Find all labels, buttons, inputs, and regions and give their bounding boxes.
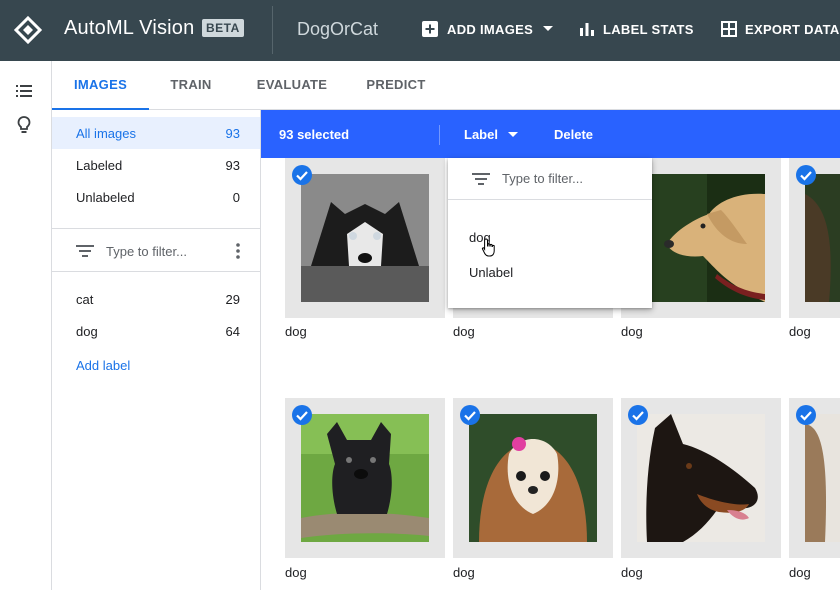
dog-photo-partial	[805, 414, 840, 542]
bar-chart-icon	[580, 23, 594, 36]
list-icon[interactable]	[14, 81, 34, 101]
image-card[interactable]	[621, 398, 781, 558]
panel-divider	[52, 228, 260, 229]
left-rail	[0, 61, 52, 590]
checked-circle-icon[interactable]	[795, 404, 817, 426]
filter-all-images[interactable]: All images 93	[52, 117, 260, 149]
delete-button[interactable]: Delete	[554, 127, 593, 142]
tab-images[interactable]: IMAGES	[52, 61, 149, 110]
filter-count: 93	[225, 157, 240, 173]
label-name: dog	[76, 323, 98, 339]
image-card[interactable]	[453, 398, 613, 558]
image-caption: dog	[453, 565, 475, 580]
grid-table-icon	[721, 21, 737, 37]
label-item-cat[interactable]: cat 29	[52, 283, 260, 315]
app-title: AutoML Vision	[64, 17, 195, 39]
label-filter-placeholder: Type to filter...	[106, 243, 187, 259]
image-caption: dog	[285, 565, 307, 580]
checked-circle-icon[interactable]	[795, 164, 817, 186]
image-card[interactable]	[789, 398, 840, 558]
more-vert-icon[interactable]	[236, 243, 240, 259]
filter-label: Unlabeled	[76, 189, 135, 205]
selection-bar-divider	[439, 125, 440, 145]
selected-count: 93 selected	[279, 127, 350, 142]
checked-circle-icon[interactable]	[291, 164, 313, 186]
export-data-button[interactable]: EXPORT DATA	[721, 19, 840, 39]
beta-badge: BETA	[202, 19, 244, 37]
dog-photo-partial	[805, 174, 840, 302]
filter-labeled[interactable]: Labeled 93	[52, 149, 260, 181]
hand-pointer-cursor-icon	[481, 238, 495, 257]
label-dropdown-button[interactable]: Label	[464, 127, 518, 142]
label-option-unlabel[interactable]: Unlabel	[469, 265, 513, 280]
label-menu-filter-placeholder: Type to filter...	[502, 171, 583, 186]
label-count: 29	[225, 291, 240, 307]
filter-icon	[472, 172, 490, 185]
image-caption: dog	[621, 565, 643, 580]
label-name: cat	[76, 291, 94, 307]
filter-label: Labeled	[76, 157, 123, 173]
label-button-text: Label	[464, 127, 498, 142]
selection-action-bar: 93 selected Label Delete	[261, 110, 840, 158]
add-images-button[interactable]: ADD IMAGES	[421, 19, 554, 39]
image-card[interactable]	[789, 158, 840, 318]
filter-panel: All images 93 Labeled 93 Unlabeled 0 Typ…	[52, 110, 261, 590]
image-caption: dog	[621, 324, 643, 339]
filter-count: 0	[232, 189, 240, 205]
tab-evaluate[interactable]: EVALUATE	[248, 61, 336, 110]
image-caption: dog	[453, 324, 475, 339]
label-count: 64	[225, 323, 240, 339]
label-filter-input[interactable]: Type to filter...	[52, 235, 260, 267]
label-item-dog[interactable]: dog 64	[52, 315, 260, 347]
tab-bar: IMAGES TRAIN EVALUATE PREDICT	[52, 61, 840, 110]
app-header: AutoML Vision BETA DogOrCat ADD IMAGES L…	[0, 0, 840, 61]
tab-train[interactable]: TRAIN	[156, 61, 226, 110]
caret-down-icon	[507, 131, 518, 137]
add-images-label: ADD IMAGES	[447, 21, 534, 37]
checked-circle-icon[interactable]	[459, 404, 481, 426]
filter-unlabeled[interactable]: Unlabeled 0	[52, 181, 260, 213]
label-menu-filter-input[interactable]: Type to filter...	[448, 158, 652, 200]
lightbulb-icon[interactable]	[14, 115, 34, 135]
tab-predict[interactable]: PREDICT	[360, 61, 432, 110]
panel-divider	[52, 271, 260, 272]
header-divider	[272, 6, 273, 54]
caret-down-icon	[543, 26, 554, 31]
export-data-label: EXPORT DATA	[745, 21, 840, 37]
image-caption: dog	[285, 324, 307, 339]
filter-count: 93	[225, 125, 240, 141]
labrador-photo	[637, 174, 765, 302]
french-bulldog-photo	[301, 414, 429, 542]
label-stats-button[interactable]: LABEL STATS	[579, 19, 694, 39]
husky-photo	[301, 174, 429, 302]
image-caption: dog	[789, 324, 811, 339]
doberman-photo	[637, 414, 765, 542]
label-stats-label: LABEL STATS	[603, 21, 694, 37]
filter-label: All images	[76, 125, 136, 141]
dataset-name: DogOrCat	[297, 19, 379, 39]
filter-icon	[76, 245, 94, 257]
checked-circle-icon[interactable]	[627, 404, 649, 426]
checked-circle-icon[interactable]	[291, 404, 313, 426]
image-card[interactable]	[285, 398, 445, 558]
add-box-icon	[422, 21, 438, 37]
add-label-link[interactable]: Add label	[76, 358, 130, 373]
image-card[interactable]	[285, 158, 445, 318]
label-menu: Type to filter... dog Unlabel	[448, 158, 652, 308]
automl-logo-icon	[14, 16, 42, 44]
shih-tzu-photo	[469, 414, 597, 542]
image-caption: dog	[789, 565, 811, 580]
